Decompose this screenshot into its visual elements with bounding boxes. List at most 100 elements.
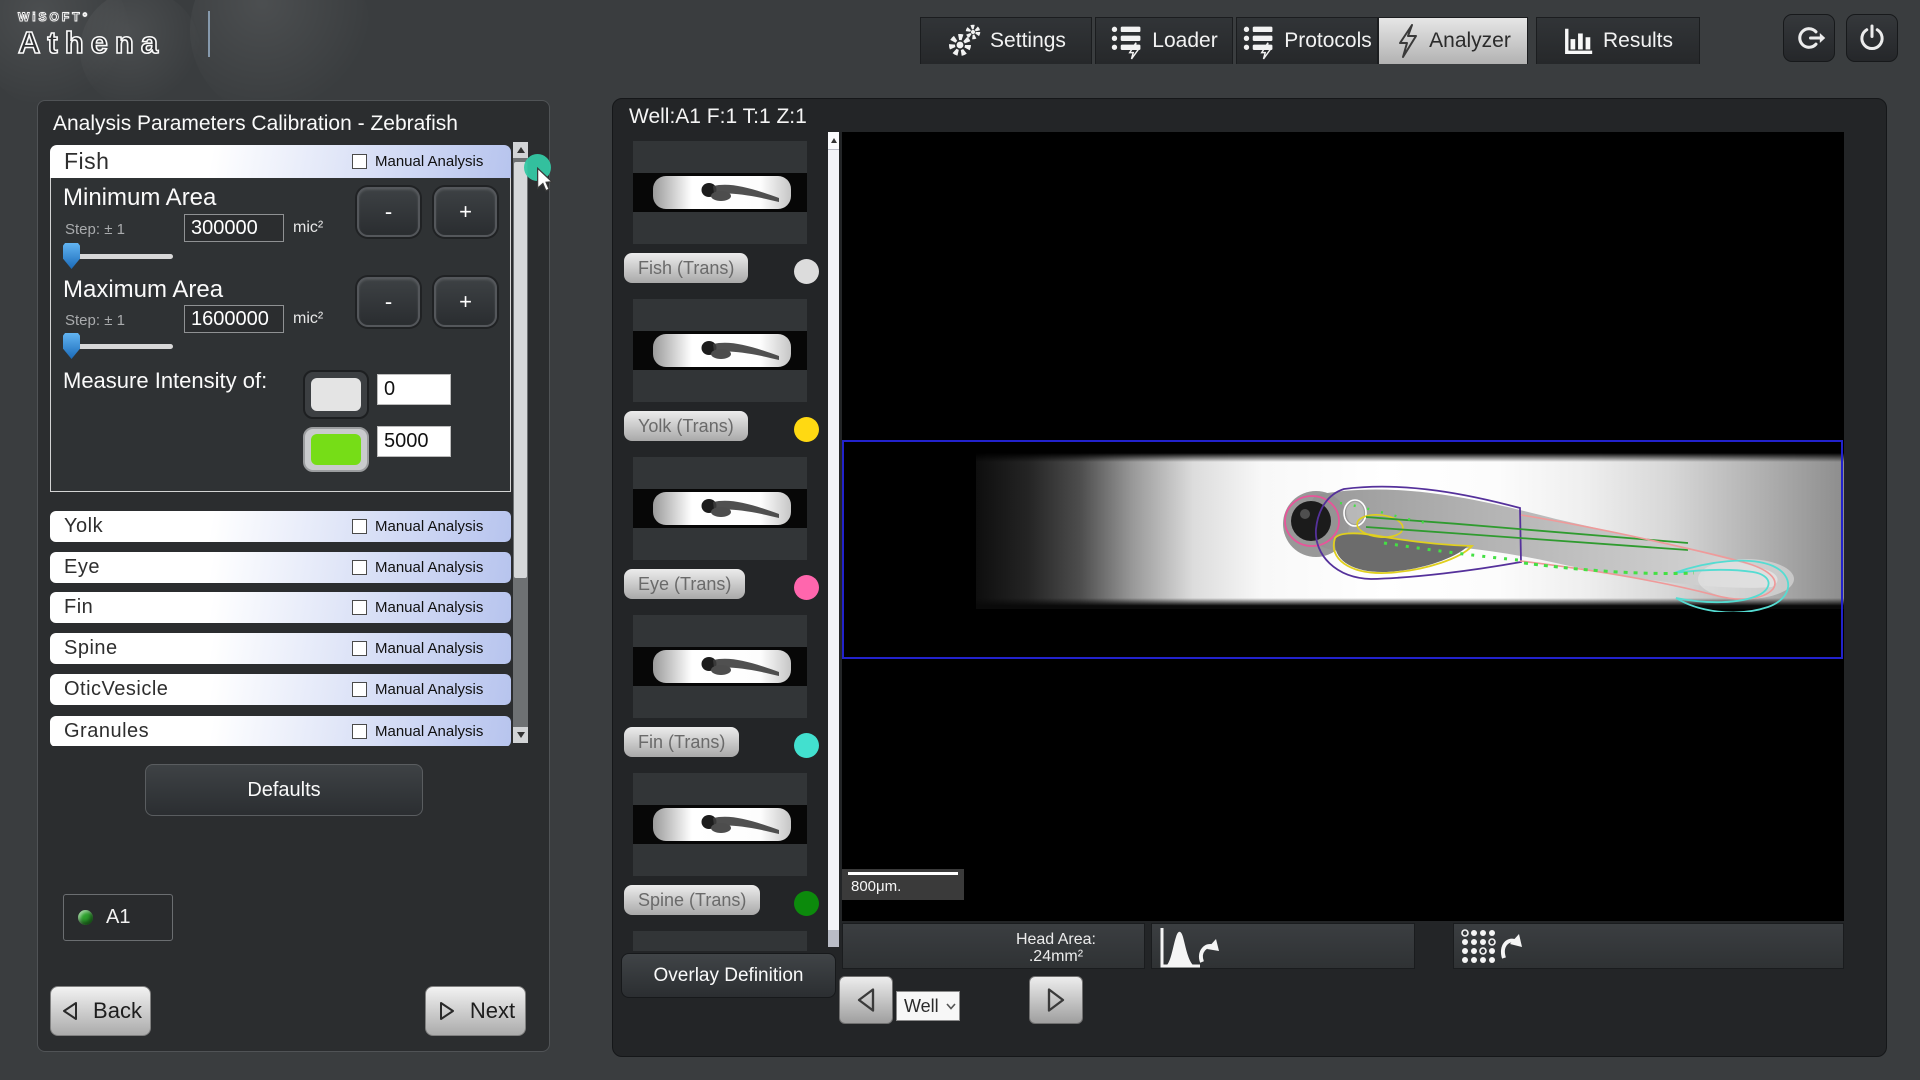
minimum-area-minus-button[interactable]: - — [357, 187, 420, 237]
histogram-panel[interactable] — [1151, 923, 1415, 969]
slider-thumb[interactable] — [63, 243, 80, 269]
scrollbar-thumb[interactable] — [828, 150, 839, 930]
channel-thumbnail-strip: Fish (Trans) Yolk (Trans) Eye (Trans) Fi… — [621, 132, 828, 951]
head-area-value: .24mm² — [1016, 948, 1096, 965]
intensity-high-swatch[interactable] — [303, 427, 369, 472]
section-header-yolk[interactable]: Yolk Manual Analysis — [50, 511, 511, 542]
sections-scrollbar[interactable] — [513, 142, 528, 743]
manual-analysis-checkbox[interactable] — [352, 724, 367, 739]
head-area-readout: Head Area: .24mm² — [1016, 931, 1096, 965]
well-position-title: Well:A1 F:1 T:1 Z:1 — [629, 105, 807, 129]
section-label: Yolk — [64, 515, 103, 538]
channel-thumbnail-fin[interactable] — [633, 615, 807, 718]
well-plate-panel[interactable] — [1453, 923, 1844, 969]
section-header-eye[interactable]: Eye Manual Analysis — [50, 552, 511, 583]
tab-protocols[interactable]: Protocols — [1236, 17, 1378, 64]
logout-button[interactable] — [1783, 14, 1835, 62]
manual-analysis-checkbox[interactable] — [352, 560, 367, 575]
next-button-label: Next — [470, 998, 515, 1024]
manual-analysis-label: Manual Analysis — [375, 559, 483, 576]
channel-color-dot-spine[interactable] — [794, 891, 819, 916]
section-header-spine[interactable]: Spine Manual Analysis — [50, 633, 511, 664]
manual-analysis-checkbox[interactable] — [352, 682, 367, 697]
previous-well-button[interactable] — [839, 976, 893, 1024]
back-button[interactable]: Back — [50, 986, 151, 1036]
intensity-low-swatch[interactable] — [303, 370, 369, 419]
minimum-area-slider[interactable] — [65, 254, 173, 259]
bar-chart-icon — [1563, 26, 1595, 56]
well-badge-a1[interactable]: A1 — [63, 894, 173, 941]
next-button[interactable]: Next — [425, 986, 526, 1036]
channel-thumbnail-fish[interactable] — [633, 141, 807, 244]
channel-color-dot-yolk[interactable] — [794, 417, 819, 442]
manual-analysis-checkbox[interactable] — [352, 154, 367, 169]
scroll-down-button[interactable] — [513, 727, 528, 743]
tab-label: Analyzer — [1429, 29, 1511, 53]
section-label: Fish — [64, 148, 109, 175]
intensity-low-input[interactable] — [377, 374, 451, 405]
overlay-definition-button[interactable]: Overlay Definition — [621, 953, 836, 998]
intensity-high-input[interactable] — [377, 426, 451, 457]
section-header-fin[interactable]: Fin Manual Analysis — [50, 592, 511, 623]
minimum-area-plus-button[interactable]: + — [434, 187, 497, 237]
manual-analysis-checkbox[interactable] — [352, 641, 367, 656]
section-label: Granules — [64, 720, 149, 743]
channel-color-dot-eye[interactable] — [794, 575, 819, 600]
manual-analysis-checkbox[interactable] — [352, 519, 367, 534]
manual-analysis-label: Manual Analysis — [375, 723, 483, 740]
minimum-area-unit: mic² — [293, 219, 323, 237]
manual-analysis-label: Manual Analysis — [375, 518, 483, 535]
scrollbar-thumb[interactable] — [514, 162, 527, 578]
logout-icon — [1792, 22, 1826, 54]
roi-rectangle[interactable] — [842, 440, 1843, 659]
next-well-button[interactable] — [1029, 976, 1083, 1024]
tab-results[interactable]: Results — [1536, 17, 1700, 64]
power-button[interactable] — [1846, 14, 1898, 62]
tab-label: Results — [1603, 29, 1673, 53]
logo-divider — [208, 11, 210, 57]
minimum-area-input[interactable] — [184, 214, 284, 242]
chevron-down-icon — [946, 1003, 956, 1010]
scroll-up-button[interactable] — [828, 132, 839, 149]
channel-label-fish[interactable]: Fish (Trans) — [624, 253, 748, 283]
tab-settings[interactable]: Settings — [920, 17, 1092, 64]
minimum-area-step-label: Step: ± 1 — [65, 221, 125, 238]
slider-thumb[interactable] — [63, 333, 80, 359]
channel-thumbnail-yolk[interactable] — [633, 299, 807, 402]
manual-analysis-label: Manual Analysis — [375, 153, 483, 170]
section-label: Fin — [64, 596, 93, 619]
navigation-mode-dropdown[interactable]: Well — [896, 991, 960, 1021]
channel-thumbnail-spine[interactable] — [633, 773, 807, 876]
manual-analysis-checkbox[interactable] — [352, 600, 367, 615]
section-header-oticvesicle[interactable]: OticVesicle Manual Analysis — [50, 674, 511, 705]
gears-icon — [946, 24, 982, 58]
channel-thumbnail-partial[interactable] — [633, 931, 807, 951]
manual-analysis-label: Manual Analysis — [375, 640, 483, 657]
channel-label-spine[interactable]: Spine (Trans) — [624, 885, 760, 915]
channel-label-yolk[interactable]: Yolk (Trans) — [624, 411, 748, 441]
channel-thumbnail-eye[interactable] — [633, 457, 807, 560]
lightning-icon — [1395, 23, 1421, 59]
channel-label-fin[interactable]: Fin (Trans) — [624, 727, 739, 757]
triangle-left-icon — [853, 986, 879, 1014]
well-image-viewer[interactable]: 800μm. — [842, 132, 1844, 921]
scale-label: 800μm. — [851, 878, 901, 895]
scale-marker: 800μm. — [842, 869, 964, 900]
well-plate-grid-icon — [1460, 928, 1532, 966]
application-window: WiSOFT° Athena Settings Loader — [0, 0, 1920, 1080]
defaults-button[interactable]: Defaults — [145, 764, 423, 816]
tab-analyzer[interactable]: Analyzer — [1378, 17, 1528, 64]
channel-color-dot-fish[interactable] — [794, 259, 819, 284]
maximum-area-input[interactable] — [184, 305, 284, 333]
maximum-area-plus-button[interactable]: + — [434, 277, 497, 327]
fish-parameters: Minimum Area Step: ± 1 mic² - + Maximum … — [50, 178, 511, 492]
maximum-area-slider[interactable] — [65, 344, 173, 349]
tab-loader[interactable]: Loader — [1095, 17, 1233, 64]
thumbnail-scrollbar[interactable] — [828, 132, 839, 947]
maximum-area-minus-button[interactable]: - — [357, 277, 420, 327]
channel-label-eye[interactable]: Eye (Trans) — [624, 569, 745, 599]
section-header-granules[interactable]: Granules Manual Analysis — [50, 716, 511, 746]
channel-color-dot-fin[interactable] — [794, 733, 819, 758]
scroll-up-button[interactable] — [513, 142, 528, 158]
section-header-fish[interactable]: Fish Manual Analysis — [50, 145, 511, 178]
